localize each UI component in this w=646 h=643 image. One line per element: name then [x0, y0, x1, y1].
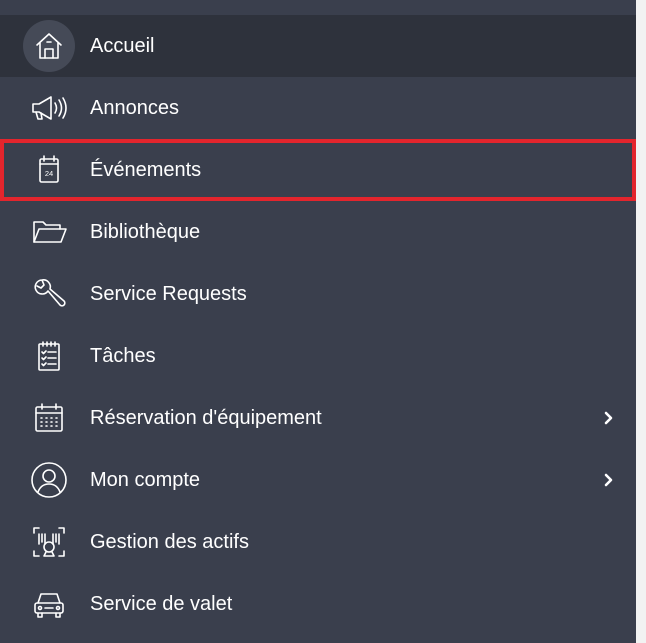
sidebar-item-annonces[interactable]: Annonces	[0, 77, 636, 139]
megaphone-icon	[23, 82, 75, 134]
sidebar-item-label: Tâches	[90, 345, 156, 367]
sidebar-item-taches[interactable]: Tâches	[0, 325, 636, 387]
sidebar-item-bibliotheque[interactable]: Bibliothèque	[0, 201, 636, 263]
sidebar-item-reservation-equipement[interactable]: Réservation d'équipement	[0, 387, 636, 449]
sidebar-item-service-requests[interactable]: Service Requests	[0, 263, 636, 325]
sidebar-item-evenements[interactable]: 24 Événements	[0, 139, 636, 201]
clipboard-icon	[23, 330, 75, 382]
sidebar-menu: Accueil Annonces 24 Événements Bibliothè…	[0, 0, 636, 643]
calendar-icon: 24	[23, 144, 75, 196]
sidebar-item-label: Service de valet	[90, 593, 233, 615]
sidebar-nav: Accueil Annonces 24 Événements Bibliothè…	[0, 15, 636, 635]
wrench-icon	[23, 268, 75, 320]
car-icon	[23, 578, 75, 630]
sidebar-item-label: Gestion des actifs	[90, 531, 249, 553]
sidebar-item-gestion-actifs[interactable]: Gestion des actifs	[0, 511, 636, 573]
calendar-grid-icon	[23, 392, 75, 444]
sidebar-item-accueil[interactable]: Accueil	[0, 15, 636, 77]
chevron-right-icon[interactable]	[598, 408, 618, 428]
barcode-scan-icon	[23, 516, 75, 568]
home-icon	[23, 20, 75, 72]
calendar-day-number: 24	[45, 169, 53, 178]
sidebar-item-label: Événements	[90, 159, 202, 181]
sidebar-item-label: Annonces	[90, 97, 179, 119]
sidebar-item-label: Bibliothèque	[90, 221, 201, 243]
sidebar-item-label: Service Requests	[90, 283, 247, 305]
chevron-right-icon[interactable]	[598, 470, 618, 490]
sidebar-top-strip	[0, 0, 636, 15]
user-icon	[23, 454, 75, 506]
sidebar-item-label: Accueil	[90, 35, 155, 57]
scroll-edge	[636, 0, 646, 643]
sidebar-item-label: Réservation d'équipement	[90, 407, 322, 429]
folder-icon	[23, 206, 75, 258]
sidebar-item-service-valet[interactable]: Service de valet	[0, 573, 636, 635]
sidebar-item-mon-compte[interactable]: Mon compte	[0, 449, 636, 511]
sidebar-item-label: Mon compte	[90, 469, 201, 491]
